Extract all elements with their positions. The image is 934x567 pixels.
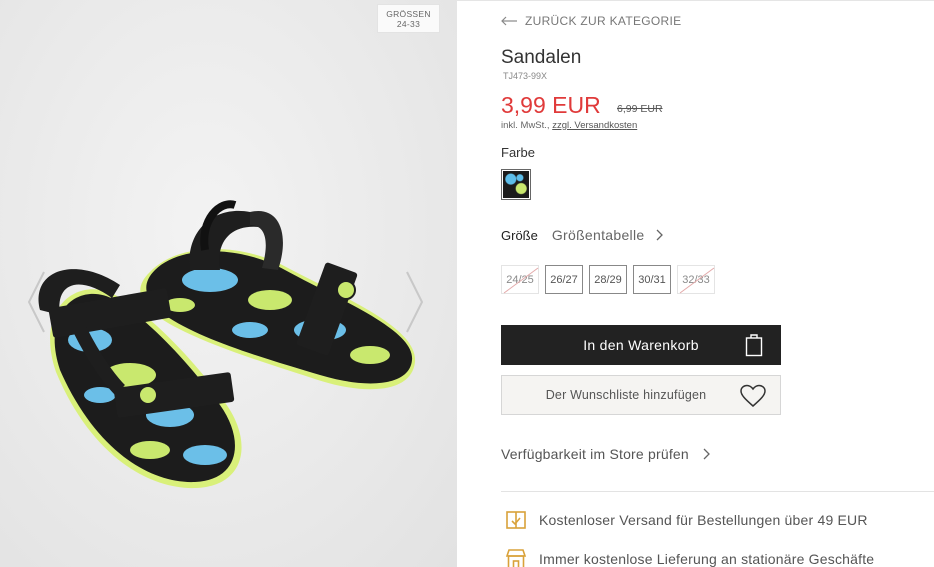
old-price: 6,99 EUR — [617, 103, 663, 115]
add-to-wishlist-button[interactable]: Der Wunschliste hinzufügen — [501, 375, 781, 415]
back-to-category-link[interactable]: ZURÜCK ZUR KATEGORIE — [501, 14, 681, 28]
size-option-30-31[interactable]: 30/31 — [633, 265, 671, 294]
size-badge-range: 24-33 — [396, 19, 421, 29]
add-to-wishlist-label: Der Wunschliste hinzufügen — [545, 388, 707, 402]
size-chart-link[interactable]: Größentabelle — [552, 227, 665, 243]
back-link-label: ZURÜCK ZUR KATEGORIE — [525, 14, 682, 28]
add-to-cart-label: In den Warenkorb — [583, 337, 699, 353]
size-chart-label: Größentabelle — [551, 227, 645, 243]
size-range-badge: GRÖSSEN 24-33 — [377, 4, 440, 33]
size-option-label: 26/27 — [550, 273, 578, 286]
size-option-label: 28/29 — [594, 273, 622, 286]
unavailable-strike-icon — [679, 267, 715, 294]
benefit-text: Kostenloser Versand für Bestellungen übe… — [539, 512, 868, 528]
unavailable-strike-icon — [503, 267, 539, 294]
color-label: Farbe — [501, 145, 535, 160]
size-badge-title: GRÖSSEN — [386, 9, 431, 19]
product-title: Sandalen — [501, 47, 582, 68]
product-gallery: GRÖSSEN 24-33 — [0, 0, 457, 567]
size-option-24-25[interactable]: 24/25 — [501, 265, 539, 294]
sandal-product-image — [38, 200, 416, 489]
benefit-text: Immer kostenlose Lieferung an stationäre… — [539, 551, 875, 567]
product-info-panel: ZURÜCK ZUR KATEGORIE Sandalen TJ473-99X … — [457, 0, 934, 567]
size-header: Größe Größentabelle — [501, 227, 664, 243]
size-selector: 24/25 26/27 28/29 30/31 32/33 — [501, 265, 715, 294]
tax-prefix: inkl. MwSt., — [501, 120, 553, 131]
shipping-costs-link[interactable]: zzgl. Versandkosten — [552, 120, 637, 131]
arrow-left-icon — [501, 16, 517, 26]
shipping-box-icon — [506, 511, 526, 529]
shopping-bag-icon — [745, 334, 763, 357]
size-option-28-29[interactable]: 28/29 — [589, 265, 627, 294]
size-option-32-33[interactable]: 32/33 — [677, 265, 715, 294]
benefit-store-delivery: Immer kostenlose Lieferung an stationäre… — [505, 548, 874, 567]
store-availability-label: Verfügbarkeit im Store prüfen — [501, 446, 689, 462]
size-option-26-27[interactable]: 26/27 — [545, 265, 583, 294]
current-price: 3,99 EUR — [501, 92, 601, 118]
add-to-cart-button[interactable]: In den Warenkorb — [501, 325, 781, 365]
store-icon — [505, 549, 527, 567]
section-divider — [501, 491, 934, 492]
size-label: Größe — [501, 227, 538, 243]
benefit-free-shipping: Kostenloser Versand für Bestellungen übe… — [505, 509, 868, 531]
chevron-right-icon — [657, 229, 664, 241]
heart-icon — [740, 384, 766, 407]
swatch-pattern — [503, 171, 529, 198]
tax-info: inkl. MwSt., zzgl. Versandkosten — [501, 120, 637, 131]
size-option-label: 30/31 — [638, 273, 666, 286]
product-sku: TJ473-99X — [503, 71, 548, 81]
chevron-right-icon — [703, 448, 710, 460]
color-swatch-camo[interactable] — [501, 169, 531, 200]
store-availability-link[interactable]: Verfügbarkeit im Store prüfen — [501, 446, 711, 462]
